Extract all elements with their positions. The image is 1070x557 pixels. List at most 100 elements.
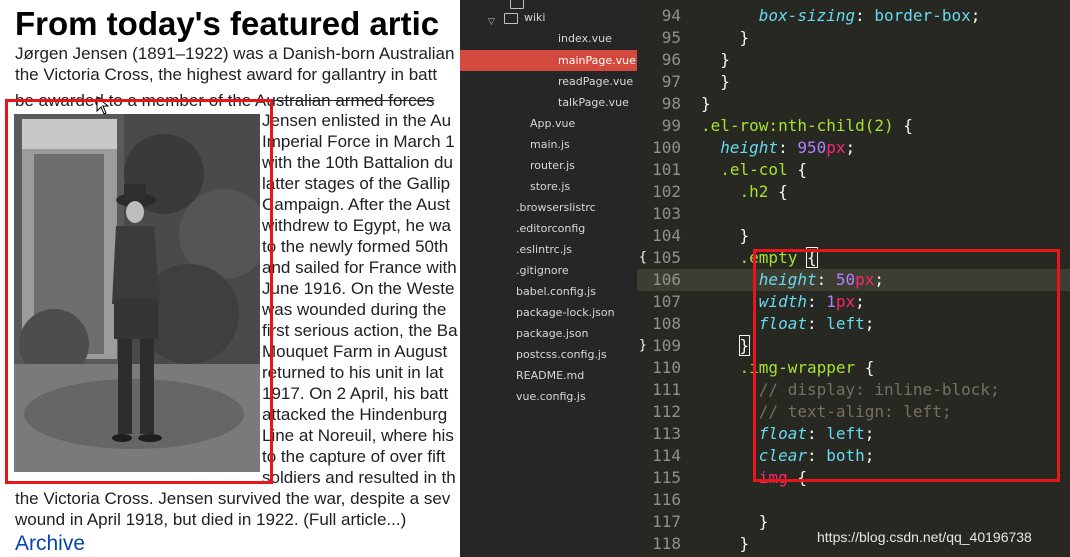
code-line[interactable]: 106 height: 50px; <box>637 269 1070 291</box>
code-line[interactable]: 115 img { <box>637 467 1070 489</box>
article-line: to the newly formed 50th <box>262 237 449 256</box>
line-number: 108 <box>652 314 681 333</box>
code-line[interactable]: 116 <box>637 489 1070 511</box>
article-line: Campaign. After the Aust <box>262 195 451 214</box>
line-number: 94 <box>661 6 681 25</box>
code-text: .el-col { <box>720 160 807 179</box>
tree-item-label: .gitignore <box>516 264 569 277</box>
tree-file-talkpage-vue[interactable]: talkPage.vue <box>460 92 637 113</box>
code-line[interactable]: } 109 } <box>637 335 1070 357</box>
code-text: // text-align: left; <box>758 402 952 421</box>
article-line: attacked the Hindenburg <box>262 405 448 424</box>
line-number: 101 <box>652 160 681 179</box>
line-number: 105 <box>652 248 681 267</box>
code-line[interactable]: 100 height: 950px; <box>637 137 1070 159</box>
wiki-webpage: From today's featured artic Jørgen Jense… <box>0 0 460 557</box>
code-line[interactable]: 107 width: 1px; <box>637 291 1070 313</box>
line-number: 112 <box>652 402 681 421</box>
tree-file-browserslistrc[interactable]: .browserslistrc <box>460 197 637 218</box>
tree-file-package-lock-json[interactable]: package-lock.json <box>460 302 637 323</box>
code-text: .h2 { <box>739 182 788 201</box>
article-line: 1917. On 2 April, his batt <box>262 384 449 403</box>
tree-item-label: router.js <box>530 159 575 172</box>
tree-file-vue-config-js[interactable]: vue.config.js <box>460 386 637 407</box>
line-number: 118 <box>652 534 681 553</box>
code-line[interactable]: 98} <box>637 93 1070 115</box>
code-text: .el-row:nth-child(2) { <box>701 116 913 135</box>
tree-file-gitignore[interactable]: .gitignore <box>460 260 637 281</box>
tree-file-postcss-config-js[interactable]: postcss.config.js <box>460 344 637 365</box>
tree-file-readme-md[interactable]: README.md <box>460 365 637 386</box>
code-text: } <box>738 335 751 356</box>
tree-file-readpage-vue[interactable]: readPage.vue <box>460 71 637 92</box>
code-line[interactable]: 114 clear: both; <box>637 445 1070 467</box>
tree-folder-wiki[interactable]: ▽ wiki <box>460 7 637 28</box>
tree-file-babel-config-js[interactable]: babel.config.js <box>460 281 637 302</box>
code-line[interactable]: 108 float: left; <box>637 313 1070 335</box>
tree-file-editorconfig[interactable]: .editorconfig <box>460 218 637 239</box>
article-line: be awarded to a member of the Australian… <box>15 91 435 110</box>
line-number: 117 <box>652 512 681 531</box>
article-line: to the capture of over fift <box>262 447 446 466</box>
code-text: } <box>701 94 711 113</box>
code-text: .img-wrapper { <box>739 358 875 377</box>
code-text: float: left; <box>758 314 875 333</box>
file-tree-sidebar: ▽ wiki index.vue mainPage.vue readPage.v… <box>460 0 637 557</box>
code-line[interactable]: 99 .el-row:nth-child(2) { <box>637 115 1070 137</box>
line-number: 110 <box>652 358 681 377</box>
line-number: 104 <box>652 226 681 245</box>
line-number: 115 <box>652 468 681 487</box>
watermark: https://blog.csdn.net/qq_40196738 <box>817 529 1032 545</box>
line-number: 106 <box>652 270 681 289</box>
tree-item-label: talkPage.vue <box>558 96 629 109</box>
code-text: width: 1px; <box>758 292 865 311</box>
line-number: 99 <box>661 116 681 135</box>
code-text: float: left; <box>758 424 875 443</box>
code-text: } <box>701 512 769 531</box>
line-number: 97 <box>661 72 681 91</box>
tree-file-router-js[interactable]: router.js <box>460 155 637 176</box>
code-line[interactable]: 110 .img-wrapper { <box>637 357 1070 379</box>
line-number: 116 <box>652 490 681 509</box>
tree-file-app-vue[interactable]: App.vue <box>460 113 637 134</box>
tree-file-eslintrc-js[interactable]: .eslintrc.js <box>460 239 637 260</box>
folder-icon <box>504 13 518 24</box>
code-line[interactable]: {105 .empty { <box>637 247 1070 269</box>
line-number: 103 <box>652 204 681 223</box>
tree-file-store-js[interactable]: store.js <box>460 176 637 197</box>
tree-file-main-js[interactable]: main.js <box>460 134 637 155</box>
archive-link[interactable]: Archive <box>15 532 85 556</box>
code-line[interactable]: 94 box-sizing: border-box; <box>637 5 1070 27</box>
tree-item-label: main.js <box>530 138 570 151</box>
tree-item-label: README.md <box>516 369 585 382</box>
tree-item-label: mainPage.vue <box>558 54 636 67</box>
code-line[interactable]: 112 // text-align: left; <box>637 401 1070 423</box>
line-number: 100 <box>652 138 681 157</box>
code-line[interactable]: 101 .el-col { <box>637 159 1070 181</box>
code-text: height: 950px; <box>720 138 856 157</box>
code-line[interactable]: 97 } <box>637 71 1070 93</box>
line-number: 113 <box>652 424 681 443</box>
article-line: wound in April 1918, but died in 1922. (… <box>15 510 407 529</box>
line-number: 111 <box>652 380 681 399</box>
tree-item-label: .eslintrc.js <box>516 243 573 256</box>
code-line[interactable]: 113 float: left; <box>637 423 1070 445</box>
article-line: and sailed for France with <box>262 258 457 277</box>
code-line[interactable]: 102 .h2 { <box>637 181 1070 203</box>
mouse-cursor-icon <box>96 96 110 115</box>
code-editor[interactable]: 94 box-sizing: border-box; 95 } 96 } 97 } 98… <box>637 0 1070 557</box>
code-line[interactable]: 96 } <box>637 49 1070 71</box>
code-line[interactable]: 104 } <box>637 225 1070 247</box>
code-line[interactable]: 111 // display: inline-block; <box>637 379 1070 401</box>
tree-file-mainpage-vue[interactable]: mainPage.vue <box>460 50 637 71</box>
code-line[interactable]: 95 } <box>637 27 1070 49</box>
tree-item-label: vue.config.js <box>516 390 586 403</box>
code-text: // display: inline-block; <box>758 380 1000 399</box>
tree-item-label: package-lock.json <box>516 306 615 319</box>
tree-file-package-json[interactable]: package.json <box>460 323 637 344</box>
tree-item-label: wiki <box>524 11 546 24</box>
article-line: first serious action, the Ba <box>262 321 458 340</box>
tree-file-index-vue[interactable]: index.vue <box>460 28 637 49</box>
code-line[interactable]: 103 <box>637 203 1070 225</box>
tree-item-label: index.vue <box>558 32 612 45</box>
